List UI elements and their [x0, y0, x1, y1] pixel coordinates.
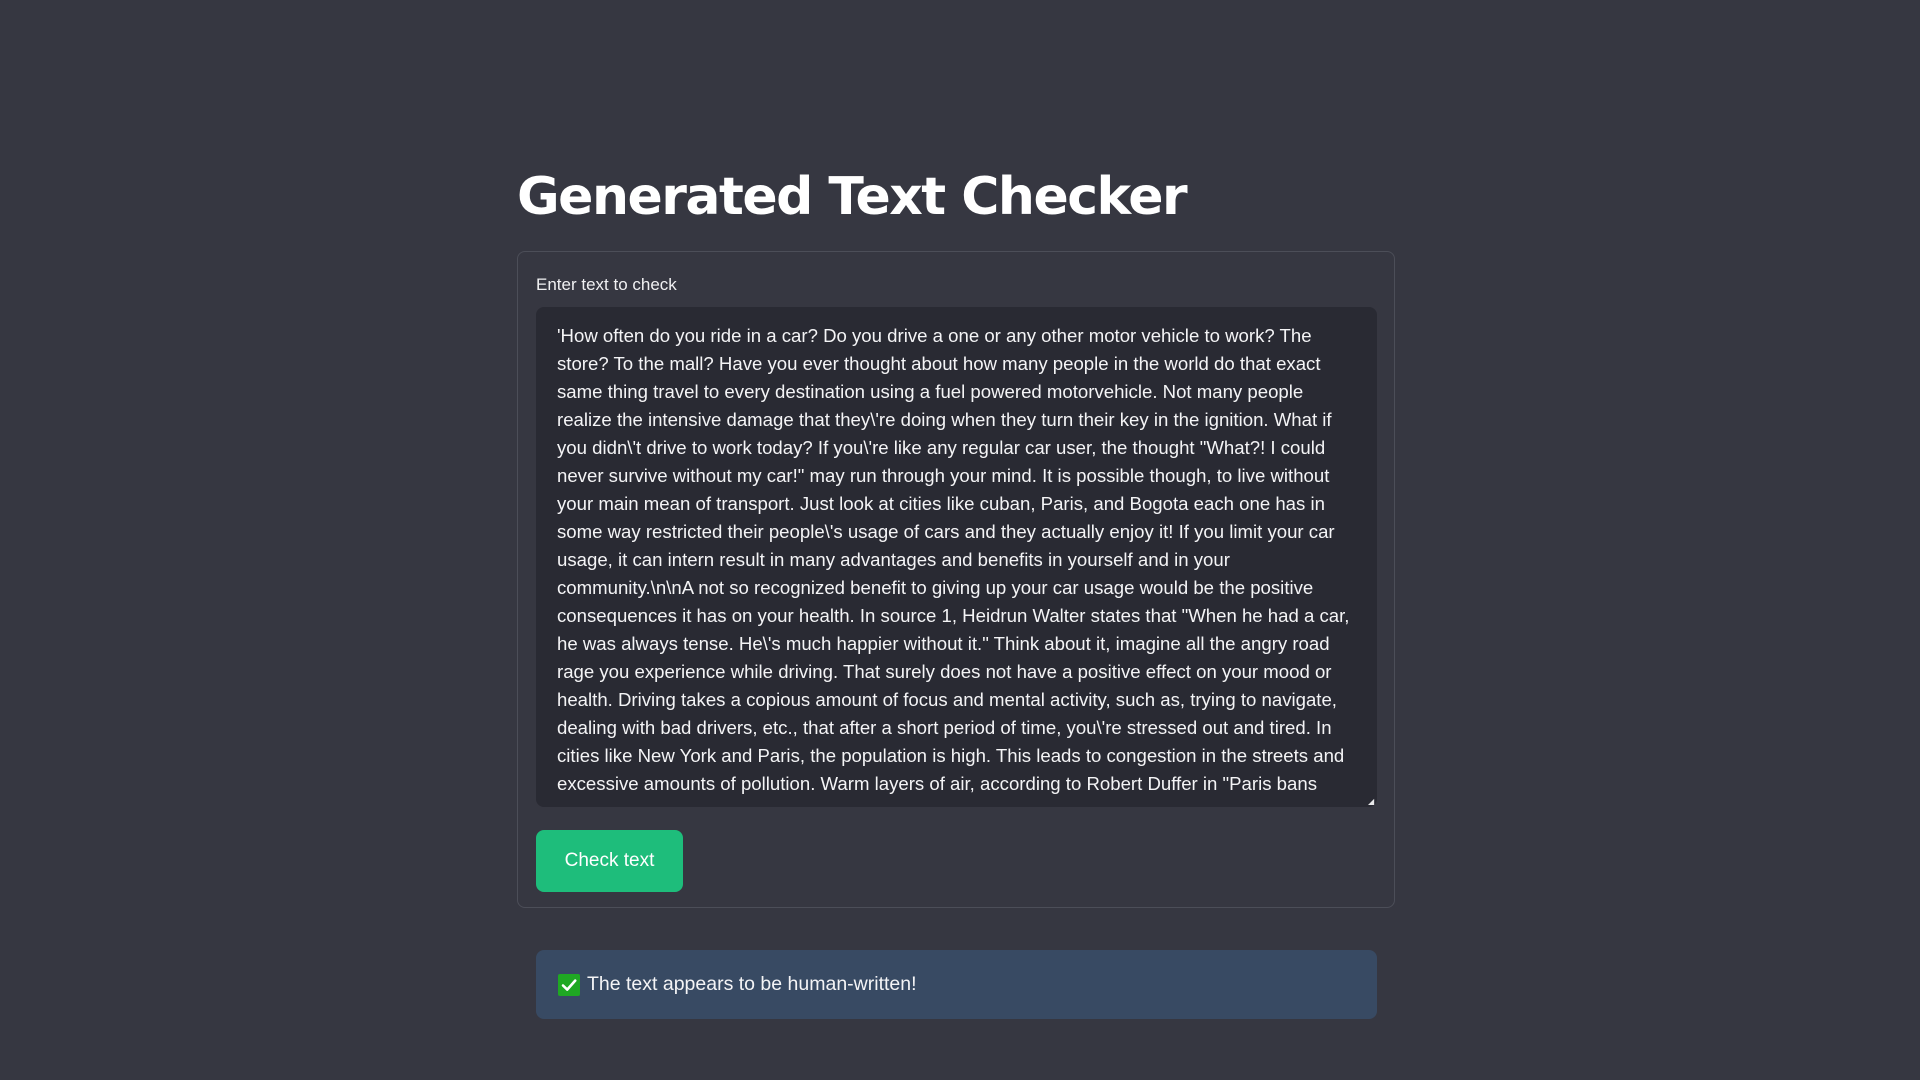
check-text-button[interactable]: Check text [536, 830, 683, 892]
result-text: The text appears to be human-written! [587, 973, 917, 995]
result-message: The text appears to be human-written! [536, 950, 1377, 1019]
check-mark-icon [558, 973, 580, 996]
page-title: Generated Text Checker [517, 167, 1188, 227]
app-root: Generated Text Checker Enter text to che… [0, 0, 1920, 1080]
text-input[interactable]: 'How often do you ride in a car? Do you … [536, 307, 1377, 807]
resize-handle-icon[interactable]: ◢ [1368, 798, 1376, 806]
text-input-label: Enter text to check [536, 275, 677, 294]
text-check-form: Enter text to check 'How often do you ri… [517, 251, 1395, 908]
